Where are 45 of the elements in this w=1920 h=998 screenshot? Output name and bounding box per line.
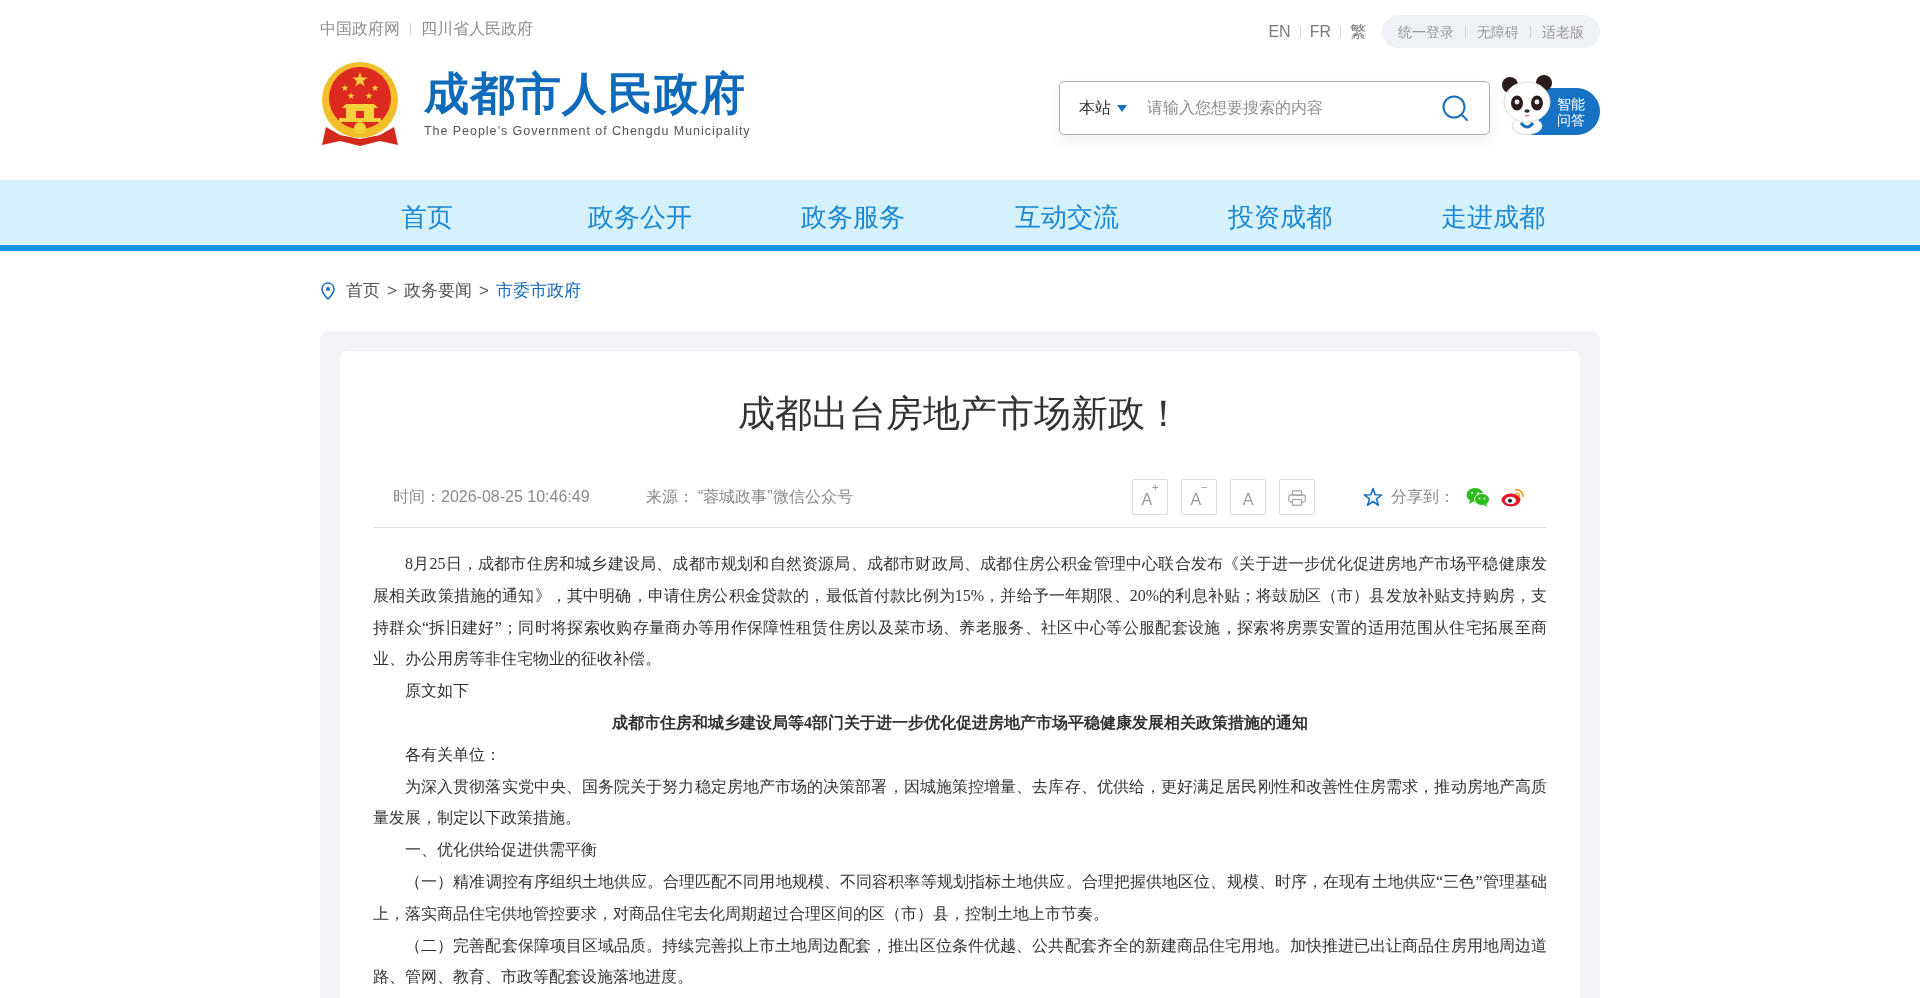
article-paragraph: （二）完善配套保障项目区域品质。持续完善拟上市土地周边配套，推出区位条件优越、公共配套齐全的新建商品住宅用地。加快推进已出让商品住房用地周边道路、管网、教育、市政等配套设施落地进度。 (373, 935, 1547, 988)
article-paragraph: （一）精准调控有序组织土地供应。合理匹配不同用地规模、不同容积率等规划指标土地供应。合理把握供地区位、规模、时序，在现有土地供应“三色”管理基础上，落实商品住宅供地管控要求，对商品住宅去化周期超过合理区间的区（市）县，控制土地上市节奏。 (373, 871, 1547, 924)
scope-dropdown[interactable]: 本站 (1079, 97, 1127, 119)
publish-time: 时间：2026-08-25 10:46:49 (393, 486, 590, 507)
printer-icon (1288, 489, 1306, 506)
language-link[interactable]: 繁 (1350, 20, 1366, 43)
breadcrumb-separator: > (478, 280, 489, 302)
breadcrumb-separator: > (387, 280, 397, 302)
article-title: 成都出台房地产市场新政！ (737, 392, 1183, 436)
nav-tab[interactable]: 政务服务 (746, 180, 960, 245)
article-paragraph: 为深入贯彻落实党中央、国务院关于努力稳定房地产市场的决策部署，因城施策控增量、去库存、优供给，更好满足居民刚性和改善性住房需求，推动房地产高质量发展，制定以下政策措施。 (373, 776, 1547, 829)
star-icon[interactable] (1363, 486, 1383, 507)
language-link[interactable]: FR (1309, 20, 1331, 43)
site-subtitle: The People’s Government of Chengdu Municipality (424, 123, 751, 139)
top-link[interactable]: 中国政府网 (320, 18, 400, 40)
nav-tab[interactable]: 互动交流 (960, 180, 1174, 245)
article-paragraph: 原文如下 (404, 681, 470, 702)
assistant-button[interactable]: 智能问答 (1553, 88, 1600, 135)
speech-bubbles-icon[interactable] (1466, 486, 1490, 507)
search-field[interactable]: 本站 请输入您想要搜索的内容 (1059, 81, 1490, 135)
breadcrumb-link[interactable]: 首页 (346, 279, 380, 303)
share-label: 分享到： (1391, 486, 1455, 507)
top-link[interactable]: 四川省人民政府 (421, 18, 533, 40)
site-title: 成都市人民政府 (424, 69, 746, 119)
article-paragraph: 一、优化供给促进供需平衡 (404, 840, 598, 861)
location-pin-icon (321, 282, 335, 300)
emblem-icon (320, 61, 400, 147)
search-icon[interactable] (1442, 95, 1468, 121)
breadcrumb-link[interactable]: 市委市政府 (495, 279, 581, 303)
nav-tab[interactable]: 投资成都 (1173, 180, 1387, 245)
font-reset-button[interactable]: A (1230, 478, 1266, 515)
nav-tab[interactable]: 走进成都 (1386, 180, 1600, 245)
article-heading: 成都市住房和城乡建设局等4部门关于进一步优化促进房地产市场平稳健康发展相关政策措施的通知 (611, 713, 1309, 733)
nav-tab[interactable]: 首页 (320, 180, 534, 245)
article-paragraph: 各有关单位： (404, 744, 502, 765)
article-paragraph: 8月25日，成都市住房和城乡建设局、成都市规划和自然资源局、成都市财政局、成都住房公积金管理中心联合发布《关于进一步优化促进房地产市场平稳健康发展相关政策措施的通知》，其中明确，申请住房公积金贷款的，最低首付款比例为15%，并给予一年期限、20%的利息补贴；将鼓励区（市）县发放补贴支持购房，支持群众“拆旧建好”；同时将探索收购存量商办等用作保障性租赁住房以及菜市场、养老服务、社区中心等公服配套设施，探索将房票安置的适用范围从住宅拓展至商业、办公用房等非住宅物业的征收补偿。 (373, 554, 1547, 670)
article-source: 来源： “蓉城政事”微信公众号 (645, 486, 853, 507)
breadcrumb-link[interactable]: 政务要闻 (403, 279, 472, 303)
nav-tab[interactable]: 政务公开 (533, 180, 747, 245)
utility-link[interactable]: 适老版 (1542, 21, 1584, 42)
eye-waves-icon[interactable] (1501, 486, 1525, 507)
language-link[interactable]: EN (1268, 20, 1291, 43)
utility-link[interactable]: 统一登录 (1398, 21, 1454, 42)
caret-icon (1117, 104, 1127, 112)
utility-link[interactable]: 无障碍 (1477, 21, 1519, 42)
